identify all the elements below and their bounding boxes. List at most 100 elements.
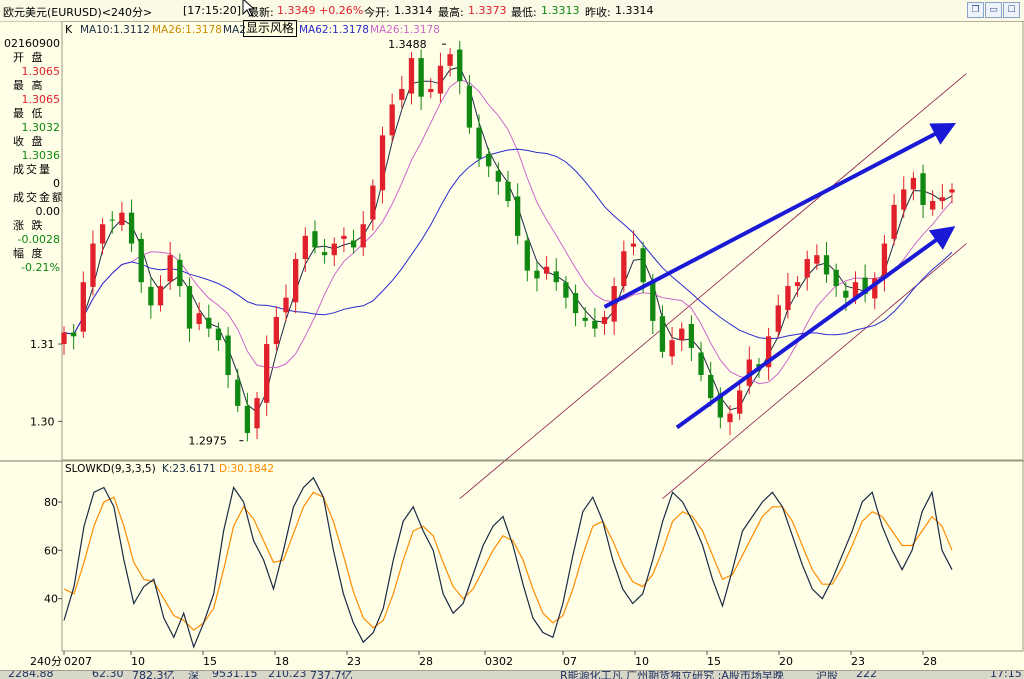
candle-down [215,328,222,341]
prev-close-label: 昨收: [585,6,611,19]
candle-down [688,323,695,348]
x-tick-label: 15 [203,655,217,668]
kd-y-tick-label: 60 [44,544,58,557]
candle-up [167,255,173,282]
candle-down [553,271,559,283]
channel-arrow-lower [675,226,956,430]
candle-down [466,85,473,128]
x-tick-label: 15 [707,655,721,668]
candle-up [273,317,280,345]
candle-up [399,88,405,100]
candle-up [939,197,946,202]
candle-up [736,390,743,414]
candle-down [640,248,646,283]
ma-legend-item: MA10:1.3112 [80,24,150,36]
candle-up [196,313,202,324]
candle-up [437,65,444,94]
x-tick-label: 07 [563,655,577,668]
candle-up [901,189,907,210]
candle-down [486,153,492,167]
candle-down [920,173,926,205]
candle-down [312,231,318,248]
candle-down [186,286,193,329]
x-tick-label: 0207 [64,655,92,668]
candle-up [930,201,936,210]
kd-indicator-label: SLOWKD(9,3,3,5) [65,463,156,475]
high-annotation: 1.3488 [388,38,427,51]
candle-up [341,235,347,239]
candle-up [775,305,781,332]
candle-up [804,259,810,278]
candle-up [283,297,289,313]
mouse-cursor-icon [242,0,256,17]
candle-up [621,251,627,287]
candle-up [881,243,888,279]
candle-down [418,58,424,97]
x-tick-label: 23 [851,655,865,668]
candle-down [572,293,579,314]
ma-legend-item: MA26:1.3178 [370,24,440,36]
kd-panel-frame [61,460,1024,652]
x-tick-label: 20 [779,655,793,668]
prev-close-value: 1.3314 [615,4,654,17]
candle-down [128,212,135,244]
ma-legend-item: MA26:1.3178 [152,24,222,36]
candle-up [727,413,733,423]
candle-down [148,286,154,306]
candle-up [601,317,608,324]
open-label: 今开: [364,6,390,19]
candle-up [428,88,434,93]
title-bar: 欧元美元(EURUSD)<240分> [17:15:20] 最新: 1.3349… [0,0,1024,22]
y-tick-label: 1.30 [30,415,55,428]
candle-up [119,212,125,226]
candle-down [823,255,830,275]
candle-down [476,127,482,159]
kd-k-line [63,476,953,649]
candle-down [70,332,77,337]
restore-icon[interactable]: ❐ [967,2,984,18]
candle-down [514,196,521,236]
candle-down [505,181,511,202]
maximize-icon[interactable]: ☐ [1003,2,1020,18]
candle-up [379,135,386,191]
minimize-icon[interactable]: ▭ [985,2,1002,18]
candle-down [177,259,183,287]
candle-up [814,255,820,264]
high-label: 最高: [438,6,464,19]
x-tick-label: 10 [131,655,145,668]
candle-up [254,398,260,429]
candle-up [331,243,337,256]
candle-up [543,266,550,274]
x-tick-label: 18 [275,655,289,668]
kd-y-tick-label: 40 [44,593,58,606]
candle-down [321,252,328,256]
candle-up [264,344,270,403]
candle-up [785,286,791,311]
candle-up [630,243,637,247]
candle-down [350,240,357,248]
symbol-title: 欧元美元(EURUSD)<240分> [3,6,153,19]
candle-down [206,317,212,329]
x-tick-label: 10 [635,655,649,668]
main-panel-frame [61,21,1024,461]
candle-up [669,340,675,357]
low-label: 最低: [511,6,537,19]
candle-up [157,286,164,306]
candle-down [592,320,598,329]
candle-up [61,332,67,345]
latest-value: 1.3349 [277,4,316,17]
ma26-line [63,79,953,385]
low-value: 1.3313 [541,4,580,17]
candle-up [292,259,299,303]
ma-legend-item: MA2 [223,24,246,36]
candle-down [109,219,115,221]
period-label: 240分 [30,655,62,668]
candle-up [408,58,415,94]
chart-area[interactable]: 1.301.31 K MA10:1.3112 MA26:1.3178 MA2 MA62:… [0,21,1024,670]
candle-up [360,224,366,248]
candle-down [843,290,849,298]
candle-down [582,317,588,321]
candle-down [235,379,241,406]
candle-up [794,282,801,287]
candle-down [708,374,714,399]
